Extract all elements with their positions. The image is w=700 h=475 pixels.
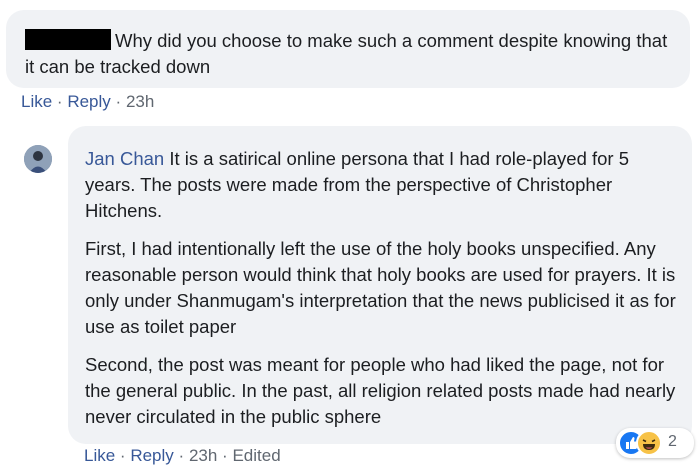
author-name[interactable]: Jan Chan [85,148,164,169]
comment-bubble: Why did you choose to make such a commen… [6,10,690,88]
reply-paragraph-2: First, I had intentionally left the use … [85,238,676,337]
like-button[interactable]: Like [84,446,115,465]
separator: · [115,92,122,111]
separator: · [56,92,63,111]
reply-bubble: Jan Chan It is a satirical online person… [68,126,692,444]
separator: · [119,446,126,465]
reply-button[interactable]: Reply [67,92,110,111]
comment-actions: Like · Reply · 23h [21,92,154,112]
reply-timestamp[interactable]: 23h [189,446,217,465]
haha-reaction-icon [636,430,662,456]
separator: · [222,446,228,465]
reply-button[interactable]: Reply [130,446,173,465]
reply-paragraph-3: Second, the post was meant for people wh… [85,354,676,427]
separator: · [178,446,185,465]
reply-paragraph-1: Jan Chan It is a satirical online person… [85,146,678,224]
comment-text: Why did you choose to make such a commen… [25,30,668,77]
reply-text: It is a satirical online persona that I … [85,148,630,221]
avatar[interactable] [24,145,52,173]
redacted-author-name [25,29,111,50]
edited-label[interactable]: Edited [232,446,280,465]
reaction-count: 2 [668,433,677,450]
laughing-face-icon [642,439,656,450]
comment-timestamp[interactable]: 23h [126,92,154,111]
reply-actions: Like · Reply · 23h · Edited [84,446,281,466]
like-button[interactable]: Like [21,92,52,111]
avatar-icon [24,145,52,173]
reaction-summary[interactable]: 2 [616,428,694,458]
